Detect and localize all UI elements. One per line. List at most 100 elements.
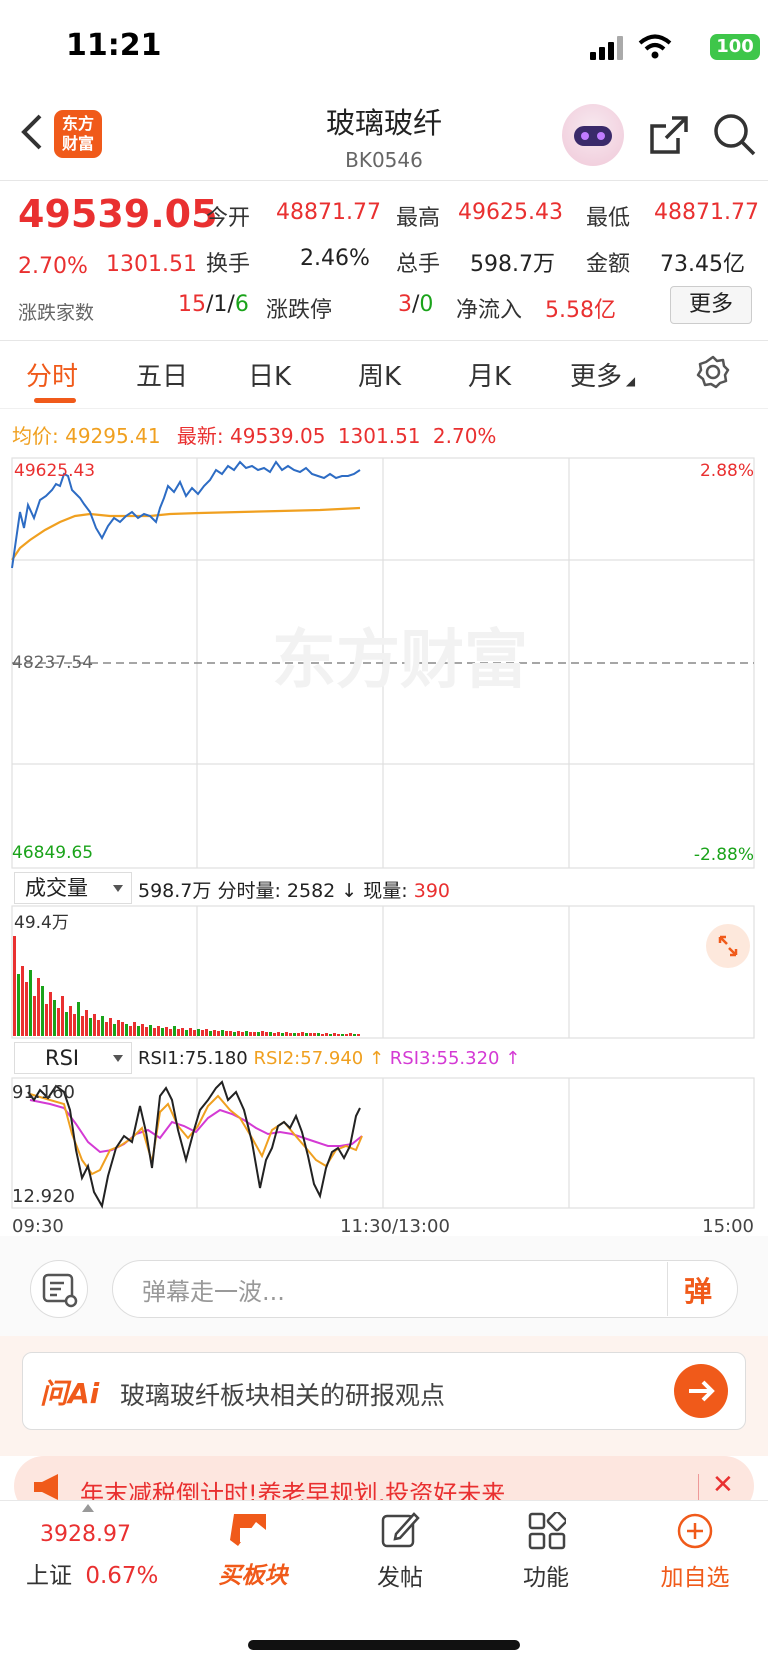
volume-bar xyxy=(157,1026,160,1036)
price-axis-top: 49625.43 xyxy=(14,461,95,481)
volume-bar xyxy=(281,1033,284,1036)
rsi-indicator-select[interactable]: RSI xyxy=(14,1042,132,1074)
volume-bar xyxy=(21,966,24,1036)
close-icon[interactable]: ✕ xyxy=(712,1470,734,1500)
ai-query-text: 玻璃玻纤板块相关的研报观点 xyxy=(120,1381,446,1410)
volume-bar xyxy=(317,1033,320,1036)
volume-bar xyxy=(81,1016,84,1036)
pct-axis-bottom: -2.88% xyxy=(694,845,754,865)
volume-bar xyxy=(205,1029,208,1036)
home-indicator xyxy=(248,1640,520,1650)
volume-bar xyxy=(285,1032,288,1036)
time-axis-start: 09:30 xyxy=(12,1216,64,1236)
watermark: 东方财富 xyxy=(272,624,528,698)
volume-bar xyxy=(273,1033,276,1036)
volume-bar xyxy=(337,1034,340,1036)
nav-post[interactable]: 发帖 xyxy=(352,1558,448,1592)
volume-bar xyxy=(233,1032,236,1036)
rsi1-line xyxy=(27,1080,361,1209)
volume-bar xyxy=(113,1024,116,1036)
expand-icon[interactable] xyxy=(706,924,750,968)
volume-bar xyxy=(201,1030,204,1036)
volume-bar xyxy=(245,1031,248,1036)
price-axis-mid: 48237.54 xyxy=(12,653,93,673)
volume-bar xyxy=(193,1030,196,1036)
volume-bar xyxy=(25,982,28,1036)
volume-bar xyxy=(49,992,52,1036)
add-watchlist-icon[interactable] xyxy=(676,1512,714,1550)
volume-bar xyxy=(117,1020,120,1036)
volume-bar xyxy=(333,1033,336,1036)
volume-bar xyxy=(85,1010,88,1036)
index-quote[interactable]: 上证 0.67% xyxy=(26,1556,158,1590)
volume-bar xyxy=(17,974,20,1036)
volume-bar xyxy=(237,1031,240,1036)
volume-bar xyxy=(177,1029,180,1036)
nav-add-watchlist[interactable]: 加自选 xyxy=(646,1558,744,1592)
volume-bar xyxy=(181,1028,184,1036)
volume-bar xyxy=(145,1027,148,1036)
volume-bar xyxy=(189,1028,192,1036)
compose-icon[interactable] xyxy=(380,1510,420,1550)
comment-placeholder: 弹幕走一波... xyxy=(142,1278,285,1306)
volume-bar xyxy=(209,1031,212,1036)
volume-bar xyxy=(321,1034,324,1036)
arrow-right-icon[interactable] xyxy=(674,1364,728,1418)
volume-axis-max: 49.4万 xyxy=(14,913,69,933)
volume-bar xyxy=(137,1026,140,1036)
volume-bar xyxy=(173,1026,176,1036)
volume-bar xyxy=(265,1032,268,1036)
volume-bar xyxy=(297,1033,300,1036)
volume-bar xyxy=(269,1032,272,1036)
volume-bar xyxy=(345,1034,348,1036)
index-value[interactable]: 3928.97 xyxy=(40,1522,131,1547)
volume-bar xyxy=(241,1032,244,1036)
volume-bar xyxy=(217,1031,220,1036)
volume-bar xyxy=(149,1025,152,1036)
pct-axis-top: 2.88% xyxy=(700,461,754,481)
functions-grid-icon[interactable] xyxy=(528,1512,566,1550)
volume-bar xyxy=(309,1033,312,1036)
avg-price-line xyxy=(11,506,361,561)
buy-sector-icon[interactable] xyxy=(226,1508,278,1552)
rsi-axis-top: 91.160 xyxy=(12,1082,75,1103)
volume-bar xyxy=(261,1031,264,1036)
volume-bar xyxy=(53,1000,56,1036)
volume-bar xyxy=(197,1029,200,1036)
volume-bar xyxy=(105,1022,108,1036)
nav-functions[interactable]: 功能 xyxy=(498,1558,594,1592)
volume-bar xyxy=(69,1006,72,1036)
volume-bar xyxy=(325,1033,328,1036)
volume-summary: 598.7万 分时量: 2582 ↓ 现量: 390 xyxy=(138,880,450,902)
index-up-arrow xyxy=(82,1504,94,1512)
volume-bar xyxy=(77,1002,80,1036)
volume-bar xyxy=(229,1031,232,1036)
volume-bar xyxy=(357,1034,360,1036)
volume-bar xyxy=(121,1022,124,1036)
volume-bar xyxy=(249,1032,252,1036)
volume-bar xyxy=(213,1030,216,1036)
rsi-values: RSI1:75.180 RSI2:57.940 ↑ RSI3:55.320 ↑ xyxy=(138,1048,521,1069)
time-axis-mid: 11:30/13:00 xyxy=(340,1216,450,1236)
volume-indicator-select[interactable]: 成交量 xyxy=(14,872,132,904)
volume-bar xyxy=(349,1033,352,1036)
volume-bar xyxy=(257,1032,260,1036)
comment-list-icon[interactable] xyxy=(30,1260,88,1318)
volume-bar xyxy=(13,936,16,1036)
volume-bar xyxy=(125,1024,128,1036)
danmu-toggle-button[interactable]: 弹 xyxy=(684,1270,712,1310)
volume-bar xyxy=(65,1012,68,1036)
nav-buy-sector[interactable]: 买板块 xyxy=(208,1556,298,1590)
volume-bar xyxy=(89,1018,92,1036)
ai-logo: 问Ai xyxy=(40,1377,100,1410)
volume-bar xyxy=(165,1027,168,1036)
volume-bar xyxy=(61,996,64,1036)
volume-bar xyxy=(161,1028,164,1036)
volume-bar xyxy=(313,1033,316,1036)
volume-bar xyxy=(141,1024,144,1036)
volume-bar xyxy=(133,1022,136,1036)
volume-bar xyxy=(109,1018,112,1036)
volume-bar xyxy=(101,1016,104,1036)
comment-separator xyxy=(667,1262,668,1316)
volume-bar xyxy=(221,1030,224,1036)
